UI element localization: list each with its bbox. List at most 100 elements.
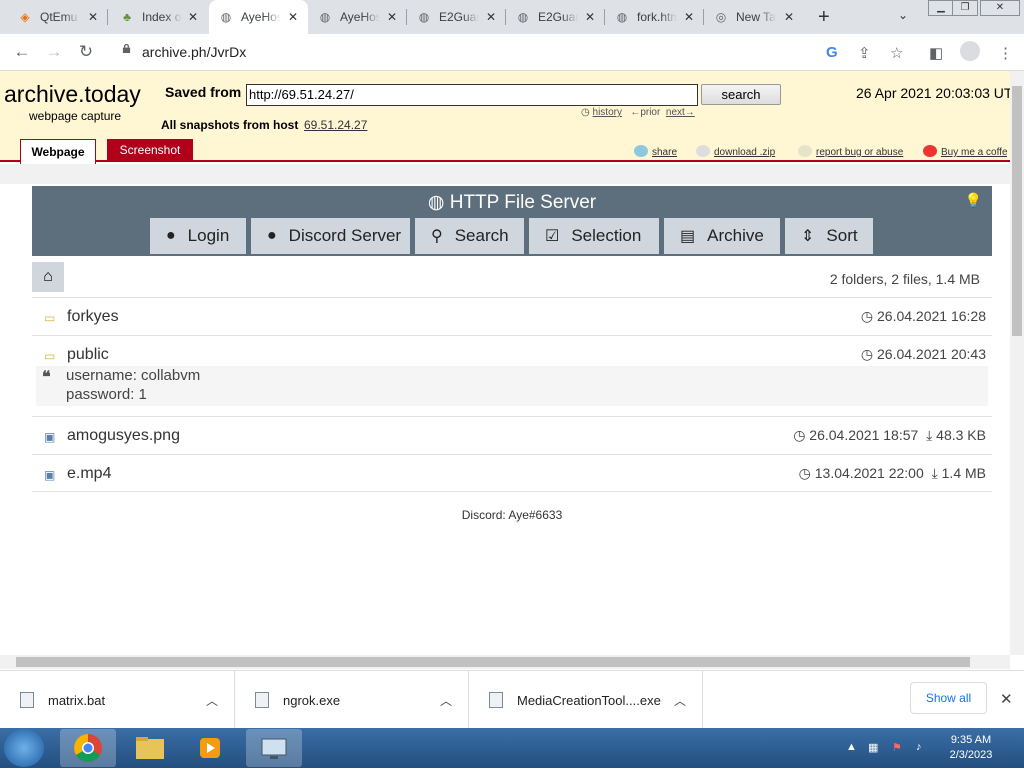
clock-icon: ◷	[860, 308, 874, 324]
remote-desktop-taskbar-icon[interactable]	[246, 729, 302, 767]
back-arrow-icon[interactable]: ←	[10, 41, 34, 65]
user-icon: ●	[267, 227, 277, 244]
list-item[interactable]: ▣ e.mp4 ◷ 13.04.2021 22:00 ⤓ 1.4 MB	[32, 454, 992, 492]
restore-button[interactable]: ❐	[952, 0, 978, 16]
selection-button[interactable]: ☑ Selection	[529, 218, 659, 254]
volume-icon[interactable]: ♪	[916, 741, 922, 753]
chevron-up-icon[interactable]: ︿	[674, 692, 686, 709]
media-player-taskbar-icon[interactable]	[182, 729, 238, 767]
vertical-scroll-thumb[interactable]	[1012, 86, 1022, 336]
download-item[interactable]: matrix.bat ︿	[0, 671, 235, 729]
forward-arrow-icon[interactable]: →	[42, 41, 66, 65]
lightbulb-icon[interactable]: 💡	[965, 192, 982, 209]
tab-webpage[interactable]: Webpage	[20, 139, 96, 164]
url-text: archive.ph/JvrDx	[142, 44, 247, 60]
login-button[interactable]: ● Login	[150, 218, 246, 254]
folder-summary: 2 folders, 2 files, 1.4 MB	[829, 271, 980, 287]
download-item[interactable]: MediaCreationTool....exe ︿	[469, 671, 703, 729]
start-button[interactable]	[4, 729, 44, 767]
browser-tab-ayehost-active[interactable]: ◍ AyeHost ✕	[209, 0, 308, 34]
browser-tab-newtab[interactable]: ◎ New Tab ✕	[704, 0, 804, 34]
tab-title: E2Guardian	[538, 10, 578, 24]
chevron-up-icon[interactable]: ︿	[440, 692, 452, 709]
history-link[interactable]: history	[593, 107, 622, 118]
folder-comment: ❝ username: collabvm password: 1	[36, 366, 988, 406]
address-bar[interactable]: archive.ph/JvrDx	[108, 37, 918, 67]
close-tab-icon[interactable]: ✕	[387, 10, 397, 24]
share-link[interactable]: share	[634, 145, 677, 158]
minimize-button[interactable]: ▁	[928, 0, 954, 16]
file-icon	[255, 692, 269, 708]
list-item[interactable]: ▭ forkyes ◷ 26.04.2021 16:28	[32, 297, 992, 335]
donate-link[interactable]: Buy me a coffee	[923, 145, 1007, 158]
download-item[interactable]: ngrok.exe ︿	[235, 671, 469, 729]
google-lens-icon[interactable]: G	[826, 44, 838, 61]
comment-line: username: collabvm	[66, 367, 201, 384]
tab-screenshot[interactable]: Screenshot	[107, 139, 193, 162]
browser-tab-qtemu[interactable]: ◈ QtEmu ✕	[8, 0, 108, 34]
profile-avatar-icon[interactable]	[960, 41, 980, 61]
close-tab-icon[interactable]: ✕	[684, 10, 694, 24]
item-name[interactable]: public	[67, 346, 109, 364]
file-icon	[20, 692, 34, 708]
action-center-icon[interactable]: ⚑	[892, 741, 902, 754]
monitor-icon	[261, 738, 287, 759]
close-tab-icon[interactable]: ✕	[784, 10, 794, 24]
share-icon	[634, 145, 648, 157]
close-icon[interactable]: ✕	[1000, 690, 1013, 708]
network-icon[interactable]: ▦	[868, 741, 878, 754]
archive-logo[interactable]: archive.today	[4, 81, 141, 108]
side-panel-icon[interactable]: ◧	[929, 44, 943, 62]
chevron-up-icon[interactable]: ︿	[206, 692, 218, 709]
item-name[interactable]: forkyes	[67, 308, 119, 326]
kebab-menu-icon[interactable]: ⋮	[998, 44, 1013, 62]
reload-icon[interactable]: ↻	[74, 41, 98, 65]
browser-tab-e2guardian-2[interactable]: ◍ E2Guardian ✕	[506, 0, 605, 34]
bookmark-star-icon[interactable]: ☆	[890, 44, 903, 62]
clock-icon: ◷	[581, 107, 590, 118]
tab-search-chevron-icon[interactable]: ⌄	[898, 8, 908, 22]
globe-icon: ◍	[220, 10, 232, 24]
home-button[interactable]: ⌂	[32, 262, 64, 292]
host-link[interactable]: 69.51.24.27	[304, 118, 367, 132]
download-zip-link[interactable]: download .zip	[696, 145, 775, 158]
chrome-taskbar-icon[interactable]	[60, 729, 116, 767]
new-tab-button[interactable]: +	[818, 6, 830, 29]
explorer-taskbar-icon[interactable]	[122, 729, 178, 767]
item-name[interactable]: amogusyes.png	[67, 427, 180, 445]
globe-icon: ◍	[427, 192, 445, 213]
close-tab-icon[interactable]: ✕	[188, 10, 198, 24]
browser-tab-index[interactable]: ♣ Index of ✕	[110, 0, 208, 34]
pepper-icon: ♣	[123, 10, 131, 24]
report-bug-link[interactable]: report bug or abuse	[798, 145, 903, 158]
show-all-button[interactable]: Show all	[910, 682, 987, 714]
browser-tab-ayehost[interactable]: ◍ AyeHost ✕	[308, 0, 407, 34]
system-clock[interactable]: 9:35 AM 2/3/2023	[940, 733, 1002, 763]
close-tab-icon[interactable]: ✕	[288, 10, 298, 24]
browser-tab-fork[interactable]: ◍ fork.htm ✕	[605, 0, 704, 34]
taskbar: ▲ ▦ ⚑ ♪ 9:35 AM 2/3/2023	[0, 728, 1024, 768]
archive-header: archive.today webpage capture Saved from…	[0, 71, 1023, 164]
search-hfs-button[interactable]: ⚲ Search	[415, 218, 524, 254]
sort-button[interactable]: ⇕ Sort	[785, 218, 873, 254]
discord-server-button[interactable]: ● Discord Server	[251, 218, 410, 254]
close-window-button[interactable]: ✕	[980, 0, 1020, 16]
close-tab-icon[interactable]: ✕	[88, 10, 98, 24]
search-button[interactable]: search	[701, 84, 781, 105]
discord-footer: Discord: Aye#6633	[461, 508, 563, 522]
saved-from-label: Saved from	[165, 84, 242, 100]
list-item[interactable]: ▣ amogusyes.png ◷ 26.04.2021 18:57 ⤓ 48.…	[32, 416, 992, 454]
saved-url-input[interactable]: http://69.51.24.27/	[246, 84, 698, 106]
chrome-icon	[74, 734, 102, 762]
user-icon: ●	[166, 227, 176, 244]
next-link[interactable]: next→	[666, 107, 695, 118]
close-tab-icon[interactable]: ✕	[486, 10, 496, 24]
horizontal-scroll-thumb[interactable]	[16, 657, 970, 667]
close-tab-icon[interactable]: ✕	[585, 10, 595, 24]
show-hidden-icons-icon[interactable]: ▲	[846, 741, 857, 753]
globe-icon: ◍	[319, 10, 331, 24]
item-name[interactable]: e.mp4	[67, 465, 111, 483]
browser-tab-e2guardian-1[interactable]: ◍ E2Guardian ✕	[407, 0, 506, 34]
share-icon[interactable]: ⇪	[858, 44, 871, 62]
archive-button[interactable]: ▤ Archive	[664, 218, 780, 254]
